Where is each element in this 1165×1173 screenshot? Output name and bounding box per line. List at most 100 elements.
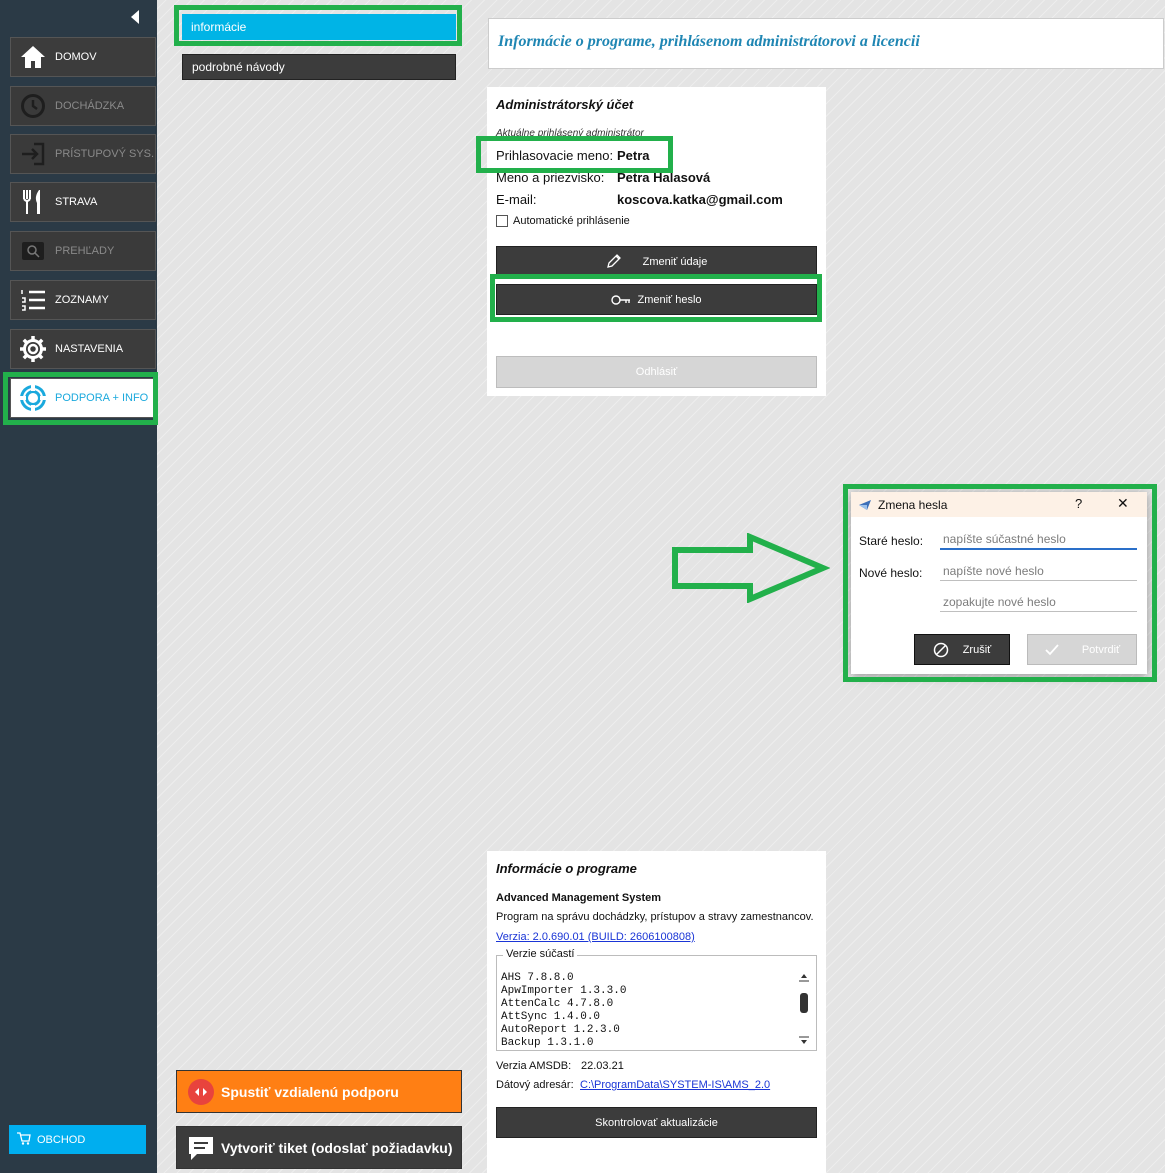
- admin-card-title: Administrátorský účet: [496, 97, 634, 112]
- list-item: AttenCalc 4.7.8.0: [501, 998, 614, 1010]
- app-icon: [858, 499, 872, 511]
- shop-button[interactable]: OBCHOD: [9, 1125, 146, 1154]
- nav-podpora-info[interactable]: PODPORA + INFO: [10, 378, 156, 418]
- nav-dochadzka[interactable]: DOCHÁDZKA: [10, 86, 156, 126]
- amsdb-value: 22.03.21: [581, 1060, 624, 1072]
- check-icon: [1044, 643, 1060, 657]
- components-legend: Verzie súčastí: [503, 948, 578, 960]
- components-box: Verzie súčastí AHS 7.8.8.0 ApwImporter 1…: [496, 948, 817, 1051]
- lifebuoy-icon: [11, 384, 55, 412]
- auto-login-row: Automatické prihlásenie: [496, 215, 630, 227]
- pencil-icon: [606, 254, 621, 269]
- change-details-label: Zmeniť údaje: [642, 255, 708, 268]
- old-password-input[interactable]: [940, 530, 1137, 550]
- nav-label: DOMOV: [55, 51, 97, 63]
- program-name: Advanced Management System: [496, 892, 662, 904]
- name-label: Meno a priezvisko:: [496, 170, 605, 185]
- search-icon: [11, 241, 55, 261]
- data-dir-link[interactable]: C:\ProgramData\SYSTEM-IS\AMS_2.0: [580, 1079, 770, 1091]
- change-password-button[interactable]: Zmeniť heslo: [496, 284, 817, 315]
- chat-icon: [187, 1134, 215, 1162]
- help-button[interactable]: ?: [1075, 496, 1082, 511]
- create-ticket-button[interactable]: Vytvoriť tiket (odoslať požiadavku): [176, 1126, 462, 1169]
- login-icon: [11, 142, 55, 166]
- key-icon: [611, 294, 631, 306]
- list-item: ApwImporter 1.3.3.0: [501, 985, 627, 997]
- list-icon: [11, 288, 55, 312]
- check-updates-button[interactable]: Skontrolovať aktualizácie: [496, 1107, 817, 1138]
- admin-card-subtitle: Aktuálne prihlásený administrátor: [496, 128, 644, 139]
- nav-nastavenia[interactable]: NASTAVENIA: [10, 329, 156, 369]
- sidebar: DOMOV DOCHÁDZKA PRÍSTUPOVÝ SYS. STRAVA P…: [0, 0, 157, 1173]
- repeat-password-input[interactable]: [940, 592, 1137, 612]
- shop-label: OBCHOD: [37, 1133, 86, 1146]
- nav-label: PRÍSTUPOVÝ SYS.: [55, 148, 155, 160]
- components-scrollbar[interactable]: [798, 970, 810, 1048]
- nav-label: DOCHÁDZKA: [55, 100, 125, 112]
- nav-pristupovy[interactable]: PRÍSTUPOVÝ SYS.: [10, 134, 156, 174]
- program-card-title: Informácie o programe: [496, 861, 637, 876]
- components-list[interactable]: AHS 7.8.8.0 ApwImporter 1.3.3.0 AttenCal…: [501, 972, 791, 1050]
- nav-zoznamy[interactable]: ZOZNAMY: [10, 280, 156, 320]
- check-updates-label: Skontrolovať aktualizácie: [595, 1116, 718, 1129]
- remote-support-button[interactable]: Spustiť vzdialenú podporu: [176, 1070, 462, 1113]
- list-item: AHS 7.8.8.0: [501, 972, 574, 984]
- nav-label: PREHĽADY: [55, 245, 115, 257]
- tab-label: podrobné návody: [192, 60, 285, 74]
- version-link[interactable]: Verzia: 2.0.690.01 (BUILD: 2606100808): [496, 931, 695, 943]
- logout-button[interactable]: Odhlásiť: [496, 356, 817, 388]
- nav-domov[interactable]: DOMOV: [10, 37, 156, 77]
- collapse-sidebar-button[interactable]: [128, 10, 142, 28]
- email-value: koscova.katka@gmail.com: [617, 192, 783, 207]
- nav-label: ZOZNAMY: [55, 294, 109, 306]
- nav-label: PODPORA + INFO: [55, 392, 149, 404]
- remote-support-icon: [187, 1078, 215, 1106]
- nav-label: NASTAVENIA: [55, 343, 124, 355]
- change-password-dialog: Zmena hesla ? ✕ Staré heslo: Nové heslo:…: [851, 492, 1147, 674]
- program-description: Program na správu dochádzky, prístupov a…: [496, 911, 814, 923]
- create-ticket-label: Vytvoriť tiket (odoslať požiadavku): [221, 1139, 453, 1156]
- old-password-label: Staré heslo:: [859, 534, 924, 548]
- auto-login-checkbox[interactable]: [496, 215, 508, 227]
- auto-login-label: Automatické prihlásenie: [513, 215, 630, 227]
- login-value: Petra: [617, 148, 650, 163]
- confirm-button[interactable]: Potvrdiť: [1027, 634, 1137, 665]
- dialog-title: Zmena hesla: [878, 497, 948, 512]
- nav-label: STRAVA: [55, 196, 98, 208]
- amsdb-label: Verzia AMSDB:: [496, 1060, 572, 1072]
- tab-label: informácie: [191, 20, 247, 34]
- email-label: E-mail:: [496, 192, 537, 207]
- list-item: AutoReport 1.2.3.0: [501, 1024, 620, 1036]
- new-password-input[interactable]: [940, 561, 1137, 581]
- tab-informacie[interactable]: informácie: [182, 14, 456, 40]
- login-label: Prihlasovacie meno:: [496, 148, 614, 163]
- program-info-card: Informácie o programe Advanced Managemen…: [487, 851, 826, 1173]
- clock-icon: [11, 93, 55, 119]
- confirm-label: Potvrdiť: [1081, 643, 1121, 656]
- remote-support-label: Spustiť vzdialenú podporu: [221, 1083, 399, 1100]
- data-dir-label: Dátový adresár:: [496, 1079, 574, 1091]
- admin-account-card: Administrátorský účet Aktuálne prihlásen…: [487, 87, 826, 396]
- nav-prehlady[interactable]: PREHĽADY: [10, 231, 156, 271]
- cutlery-icon: [11, 189, 55, 215]
- name-value: Petra Halasová: [617, 170, 711, 185]
- gear-icon: [11, 335, 55, 363]
- cancel-label: Zrušiť: [962, 643, 992, 656]
- home-icon: [11, 45, 55, 69]
- arrow-right-icon: [672, 533, 830, 603]
- close-icon[interactable]: ✕: [1117, 495, 1129, 512]
- change-details-button[interactable]: Zmeniť údaje: [496, 246, 817, 277]
- list-item: Backup 1.3.1.0: [501, 1037, 594, 1049]
- cancel-button[interactable]: Zrušiť: [914, 634, 1010, 665]
- page-title: Informácie o programe, prihlásenom admin…: [498, 33, 920, 50]
- logout-label: Odhlásiť: [635, 366, 678, 378]
- triangle-left-icon: [131, 10, 139, 24]
- page-header: Informácie o programe, prihlásenom admin…: [488, 18, 1164, 69]
- list-item: AttSync 1.4.0.0: [501, 1011, 601, 1023]
- new-password-label: Nové heslo:: [859, 566, 923, 580]
- nav-strava[interactable]: STRAVA: [10, 182, 156, 222]
- cart-icon: [17, 1131, 31, 1148]
- cancel-icon: [933, 642, 949, 658]
- dialog-titlebar: Zmena hesla ? ✕: [851, 492, 1147, 517]
- tab-podrobne-navody[interactable]: podrobné návody: [182, 54, 456, 80]
